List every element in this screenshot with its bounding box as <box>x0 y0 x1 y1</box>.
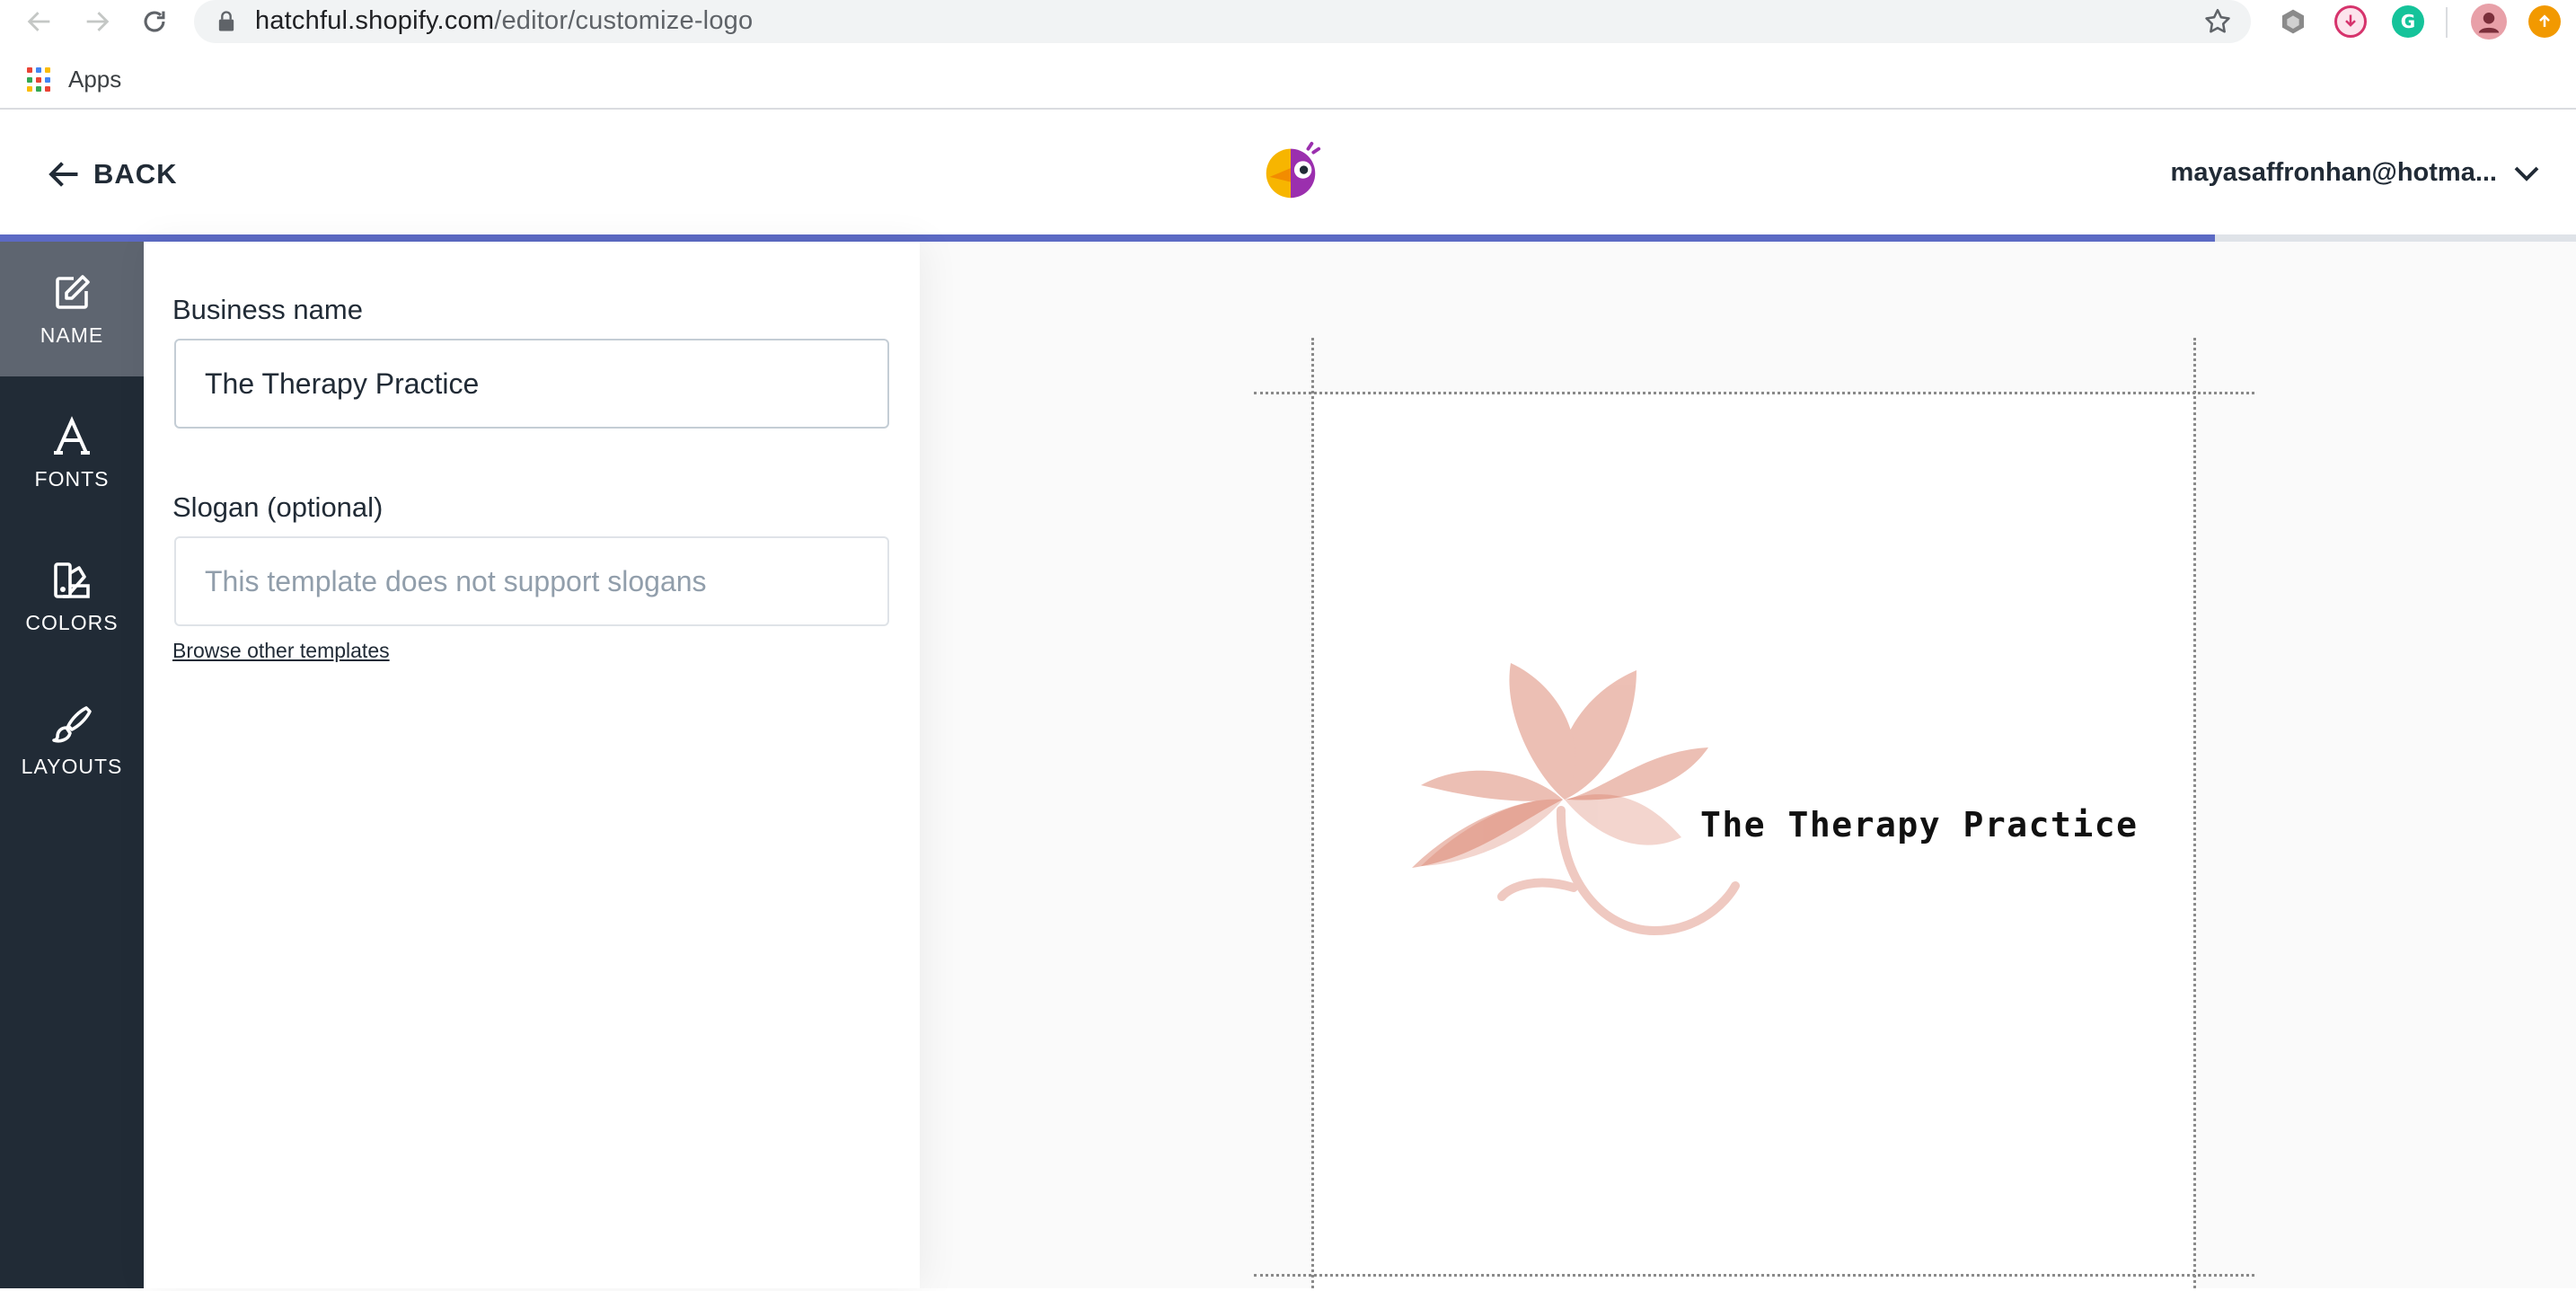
guide-line-right <box>2193 338 2196 1288</box>
sidebar-item-colors[interactable]: COLORS <box>0 529 144 664</box>
slogan-input[interactable] <box>174 536 889 626</box>
bookmark-star-icon[interactable] <box>2202 6 2233 37</box>
browse-templates-link[interactable]: Browse other templates <box>172 639 390 663</box>
chevron-down-icon <box>2514 166 2539 181</box>
url-path: /editor/customize-logo <box>494 6 754 35</box>
guide-line-left <box>1311 338 1314 1288</box>
profile-avatar-icon[interactable] <box>2471 4 2507 40</box>
sidebar-item-name[interactable]: NAME <box>0 242 144 376</box>
edit-icon <box>56 274 90 309</box>
arrow-left-icon <box>27 12 50 31</box>
bookmarks-bar: Apps <box>0 54 2576 110</box>
lock-icon <box>218 11 234 31</box>
app-header: BACK mayasaffronhan@hotma... <box>0 111 2576 234</box>
sidebar-item-label: COLORS <box>25 610 119 634</box>
sidebar-item-label: NAME <box>40 323 104 347</box>
bookmark-apps[interactable]: Apps <box>68 66 121 93</box>
sidebar-item-fonts[interactable]: FONTS <box>0 385 144 520</box>
url-host: hatchful.shopify.com <box>255 6 495 35</box>
arrow-left-icon <box>49 162 78 187</box>
hatchful-parrot-logo-icon[interactable] <box>1256 138 1326 205</box>
sidebar-item-label: FONTS <box>34 466 110 491</box>
sidebar-item-layouts[interactable]: LAYOUTS <box>0 673 144 808</box>
account-email: mayasaffronhan@hotma... <box>2170 158 2497 187</box>
editor-sidebar: NAME FONTS COLORS LAYOUTS <box>0 242 144 1288</box>
browser-back-button[interactable] <box>22 4 57 40</box>
account-menu[interactable]: mayasaffronhan@hotma... <box>2171 158 2540 188</box>
progress-bar-fill <box>0 234 2216 242</box>
logo-business-name: The Therapy Practice <box>1700 805 2139 844</box>
address-bar[interactable]: hatchful.shopify.com/editor/customize-lo… <box>194 0 2251 43</box>
cube-extension-icon[interactable] <box>2277 5 2309 38</box>
business-name-label: Business name <box>172 294 363 325</box>
color-swatch-icon <box>54 561 90 598</box>
slogan-label: Slogan (optional) <box>172 491 384 523</box>
update-extension-icon[interactable] <box>2528 5 2561 38</box>
browser-forward-button[interactable] <box>79 4 115 40</box>
toolbar-divider <box>2446 7 2448 38</box>
guide-line-bottom <box>1254 1274 2254 1277</box>
download-extension-icon[interactable] <box>2334 5 2367 38</box>
brush-icon <box>52 705 92 743</box>
apps-grid-icon[interactable] <box>27 67 52 93</box>
grammarly-extension-icon[interactable]: G <box>2392 5 2424 38</box>
back-label: BACK <box>93 158 178 190</box>
back-button[interactable]: BACK <box>47 158 178 190</box>
browser-reload-button[interactable] <box>137 4 172 40</box>
guide-line-top <box>1254 392 2254 394</box>
browser-toolbar: hatchful.shopify.com/editor/customize-lo… <box>0 0 2576 45</box>
reload-icon <box>144 11 165 32</box>
sidebar-item-label: LAYOUTS <box>21 754 123 778</box>
font-icon <box>54 415 90 455</box>
name-panel: Business name Slogan (optional) Browse o… <box>144 242 920 1288</box>
url-text: hatchful.shopify.com/editor/customize-lo… <box>255 6 753 36</box>
progress-bar <box>0 234 2576 242</box>
business-name-input[interactable] <box>174 339 889 429</box>
arrow-right-icon <box>86 12 110 31</box>
